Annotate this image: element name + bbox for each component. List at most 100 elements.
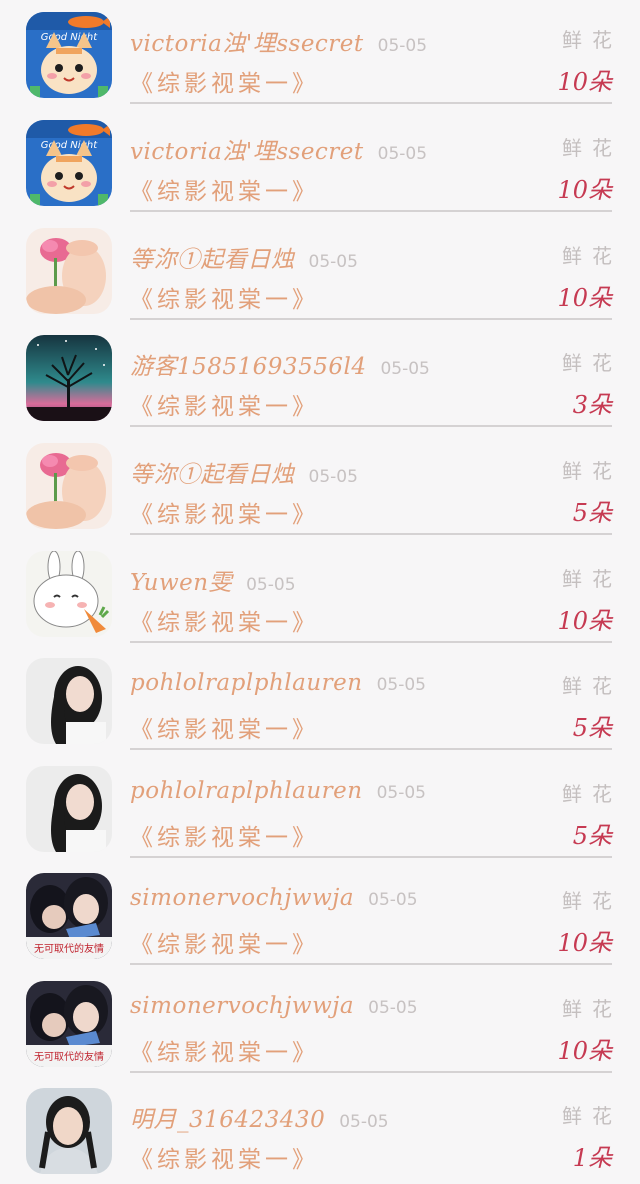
avatar[interactable]: Good Night bbox=[26, 12, 112, 98]
date-label: 05-05 bbox=[339, 1112, 389, 1132]
avatar[interactable]: 无可取代的友情 bbox=[26, 981, 112, 1067]
user-name-text: pohlolraplphlauren bbox=[130, 778, 363, 804]
gift-count: 10朵 bbox=[557, 284, 612, 312]
list-item[interactable]: pohlolraplphlauren 05-05 《综影视棠一》 鲜花 5朵 bbox=[0, 646, 640, 754]
divider bbox=[130, 318, 612, 320]
divider bbox=[130, 641, 612, 643]
divider bbox=[130, 748, 612, 750]
user-name-text: victoria浊'埋ssecret bbox=[130, 139, 364, 165]
avatar[interactable] bbox=[26, 1088, 112, 1174]
book-title: 《综影视棠一》 bbox=[130, 179, 319, 205]
list-item[interactable]: 等沵①起看日烛 05-05 《综影视棠一》 鲜花 10朵 bbox=[0, 216, 640, 324]
book-title: 《综影视棠一》 bbox=[130, 502, 319, 528]
gift-type-label: 鲜花 bbox=[562, 1104, 622, 1128]
user-name-text: 明月_316423430 bbox=[130, 1107, 326, 1133]
gift-type-label: 鲜花 bbox=[562, 244, 622, 268]
gift-count: 10朵 bbox=[557, 1037, 612, 1065]
list-item[interactable]: Good Night victoria浊'埋ssecret 05-05 《综影视棠… bbox=[0, 108, 640, 216]
gift-record-list: Good Night victoria浊'埋ssecret 05-05 《综影视棠… bbox=[0, 0, 640, 1177]
gift-type-label: 鲜花 bbox=[562, 674, 622, 698]
book-title: 《综影视棠一》 bbox=[130, 394, 319, 420]
divider bbox=[130, 210, 612, 212]
user-name: 等沵①起看日烛 05-05 bbox=[130, 455, 358, 489]
user-name-text: victoria浊'埋ssecret bbox=[130, 31, 364, 57]
date-label: 05-05 bbox=[308, 467, 358, 487]
date-label: 05-05 bbox=[368, 998, 418, 1018]
book-title: 《综影视棠一》 bbox=[130, 825, 319, 851]
book-title: 《综影视棠一》 bbox=[130, 1147, 319, 1173]
gift-type-label: 鲜花 bbox=[562, 889, 622, 913]
user-name: 等沵①起看日烛 05-05 bbox=[130, 240, 358, 274]
gift-type-label: 鲜花 bbox=[562, 136, 622, 160]
avatar[interactable] bbox=[26, 766, 112, 852]
tree-night-image bbox=[26, 335, 112, 421]
list-item[interactable]: 无可取代的友情 simonervochjwwja 05-05 《综影视棠一》 鲜花… bbox=[0, 969, 640, 1077]
date-label: 05-05 bbox=[376, 783, 426, 803]
date-label: 05-05 bbox=[308, 252, 358, 272]
divider bbox=[130, 856, 612, 858]
date-label: 05-05 bbox=[377, 144, 428, 164]
avatar[interactable]: 无可取代的友情 bbox=[26, 873, 112, 959]
gift-type-label: 鲜花 bbox=[562, 351, 622, 375]
gift-count: 5朵 bbox=[572, 714, 612, 742]
friendship-photo-image: 无可取代的友情 bbox=[26, 981, 112, 1067]
woman-portrait-image bbox=[26, 1088, 112, 1174]
cat-cartoon-image: Good Night bbox=[26, 12, 112, 98]
gift-count: 3朵 bbox=[572, 391, 612, 419]
list-item[interactable]: Yuwen雯 05-05 《综影视棠一》 鲜花 10朵 bbox=[0, 539, 640, 647]
user-name: 游客15851693556l4 05-05 bbox=[130, 347, 430, 381]
divider bbox=[130, 1071, 612, 1073]
list-item[interactable]: 明月_316423430 05-05 《综影视棠一》 鲜花 1朵 bbox=[0, 1076, 640, 1184]
girl-photo-image bbox=[26, 766, 112, 852]
divider bbox=[130, 533, 612, 535]
flower-feet-image bbox=[26, 228, 112, 314]
gift-count: 10朵 bbox=[557, 929, 612, 957]
book-title: 《综影视棠一》 bbox=[130, 610, 319, 636]
cat-cartoon-image: Good Night bbox=[26, 120, 112, 206]
avatar[interactable] bbox=[26, 551, 112, 637]
user-name-text: simonervochjwwja bbox=[130, 993, 355, 1019]
gift-count: 1朵 bbox=[572, 1144, 612, 1172]
gift-type-label: 鲜花 bbox=[562, 782, 622, 806]
friendship-photo-image: 无可取代的友情 bbox=[26, 873, 112, 959]
book-title: 《综影视棠一》 bbox=[130, 932, 319, 958]
rabbit-carrot-image bbox=[26, 551, 112, 637]
user-name-text: 游客15851693556l4 bbox=[130, 354, 367, 380]
avatar[interactable] bbox=[26, 658, 112, 744]
gift-count: 10朵 bbox=[557, 176, 612, 204]
user-name-text: simonervochjwwja bbox=[130, 885, 355, 911]
avatar[interactable] bbox=[26, 335, 112, 421]
book-title: 《综影视棠一》 bbox=[130, 71, 319, 97]
flower-feet-image bbox=[26, 443, 112, 529]
user-name: simonervochjwwja 05-05 bbox=[130, 885, 418, 911]
book-title: 《综影视棠一》 bbox=[130, 717, 319, 743]
date-label: 05-05 bbox=[246, 575, 296, 595]
gift-count: 10朵 bbox=[557, 68, 612, 96]
gift-type-label: 鲜花 bbox=[562, 567, 622, 591]
divider bbox=[130, 425, 612, 427]
list-item[interactable]: pohlolraplphlauren 05-05 《综影视棠一》 鲜花 5朵 bbox=[0, 754, 640, 862]
book-title: 《综影视棠一》 bbox=[130, 1040, 319, 1066]
user-name: Yuwen雯 05-05 bbox=[130, 563, 296, 597]
avatar-caption: 无可取代的友情 bbox=[34, 942, 104, 955]
user-name: victoria浊'埋ssecret 05-05 bbox=[130, 132, 427, 166]
user-name-text: Yuwen雯 bbox=[130, 570, 233, 596]
user-name-text: pohlolraplphlauren bbox=[130, 670, 363, 696]
user-name: 明月_316423430 05-05 bbox=[130, 1100, 389, 1134]
gift-count: 5朵 bbox=[572, 499, 612, 527]
list-item[interactable]: 等沵①起看日烛 05-05 《综影视棠一》 鲜花 5朵 bbox=[0, 431, 640, 539]
date-label: 05-05 bbox=[380, 359, 430, 379]
list-item[interactable]: 游客15851693556l4 05-05 《综影视棠一》 鲜花 3朵 bbox=[0, 323, 640, 431]
user-name: victoria浊'埋ssecret 05-05 bbox=[130, 24, 427, 58]
user-name: simonervochjwwja 05-05 bbox=[130, 993, 418, 1019]
list-item[interactable]: Good Night victoria浊'埋ssecret 05-05 《综影视棠… bbox=[0, 0, 640, 108]
date-label: 05-05 bbox=[368, 890, 418, 910]
gift-count: 10朵 bbox=[557, 607, 612, 635]
girl-photo-image bbox=[26, 658, 112, 744]
user-name: pohlolraplphlauren 05-05 bbox=[130, 670, 426, 696]
list-item[interactable]: 无可取代的友情 simonervochjwwja 05-05 《综影视棠一》 鲜花… bbox=[0, 861, 640, 969]
gift-type-label: 鲜花 bbox=[562, 459, 622, 483]
avatar[interactable]: Good Night bbox=[26, 120, 112, 206]
avatar[interactable] bbox=[26, 228, 112, 314]
avatar[interactable] bbox=[26, 443, 112, 529]
